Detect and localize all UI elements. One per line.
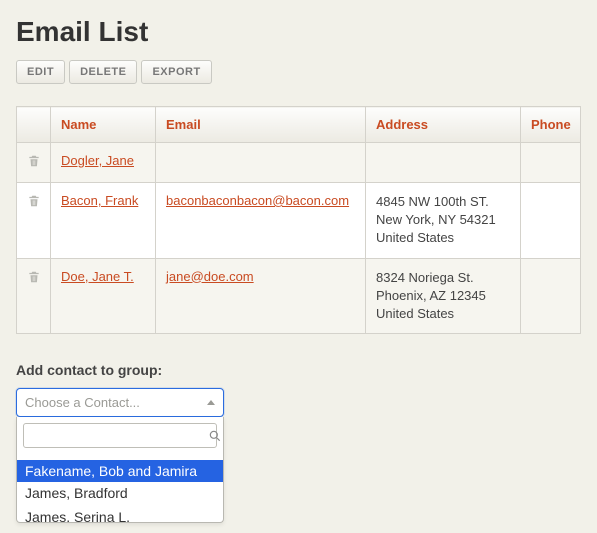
edit-button[interactable]: EDIT	[16, 60, 65, 84]
contacts-table: Name Email Address Phone Dogler, Jane	[16, 106, 581, 334]
contact-option[interactable]: Fakename, Bob and Jamira	[17, 460, 223, 482]
table-row: Doe, Jane T. jane@doe.com 8324 Noriega S…	[17, 258, 581, 334]
action-toolbar: EDIT DELETE EXPORT	[16, 60, 581, 84]
contact-address-cell: 8324 Noriega St. Phoenix, AZ 12345 Unite…	[366, 258, 521, 334]
contact-select-placeholder: Choose a Contact...	[25, 395, 140, 410]
export-button[interactable]: EXPORT	[141, 60, 211, 84]
contact-name-link[interactable]: Dogler, Jane	[61, 153, 134, 168]
contact-name-link[interactable]: Bacon, Frank	[61, 193, 138, 208]
contact-email-link[interactable]: jane@doe.com	[166, 269, 254, 284]
contact-option[interactable]: James, Bradford	[17, 482, 223, 504]
contact-select: Choose a Contact... Fakename, Bob and Ja…	[16, 388, 224, 523]
contact-address-cell: 4845 NW 100th ST. New York, NY 54321 Uni…	[366, 183, 521, 259]
column-header-email[interactable]: Email	[156, 107, 366, 143]
chevron-up-icon	[207, 400, 215, 405]
trash-icon[interactable]	[27, 269, 41, 285]
contact-search-wrap	[23, 423, 217, 448]
trash-icon[interactable]	[27, 153, 41, 169]
trash-icon[interactable]	[27, 193, 41, 209]
contact-select-dropdown: Fakename, Bob and Jamira James, Bradford…	[16, 417, 224, 523]
contact-select-trigger[interactable]: Choose a Contact...	[16, 388, 224, 417]
contact-name-link[interactable]: Doe, Jane T.	[61, 269, 134, 284]
contact-option-list: Fakename, Bob and Jamira James, Bradford…	[17, 460, 223, 522]
column-header-address[interactable]: Address	[366, 107, 521, 143]
contact-address-cell	[366, 143, 521, 183]
table-row: Bacon, Frank baconbaconbacon@bacon.com 4…	[17, 183, 581, 259]
contact-search-input[interactable]	[28, 427, 208, 444]
column-header-phone[interactable]: Phone	[521, 107, 581, 143]
page-title: Email List	[16, 16, 581, 48]
contact-phone-cell	[521, 143, 581, 183]
add-contact-label: Add contact to group:	[16, 362, 581, 378]
contact-phone-cell	[521, 258, 581, 334]
contact-phone-cell	[521, 183, 581, 259]
column-header-actions	[17, 107, 51, 143]
table-row: Dogler, Jane	[17, 143, 581, 183]
contact-option[interactable]: James, Serina L.	[17, 504, 223, 522]
search-icon	[208, 429, 222, 443]
contact-email-link[interactable]: baconbaconbacon@bacon.com	[166, 193, 349, 208]
column-header-name[interactable]: Name	[51, 107, 156, 143]
delete-button[interactable]: DELETE	[69, 60, 137, 84]
contact-email-cell	[156, 143, 366, 183]
